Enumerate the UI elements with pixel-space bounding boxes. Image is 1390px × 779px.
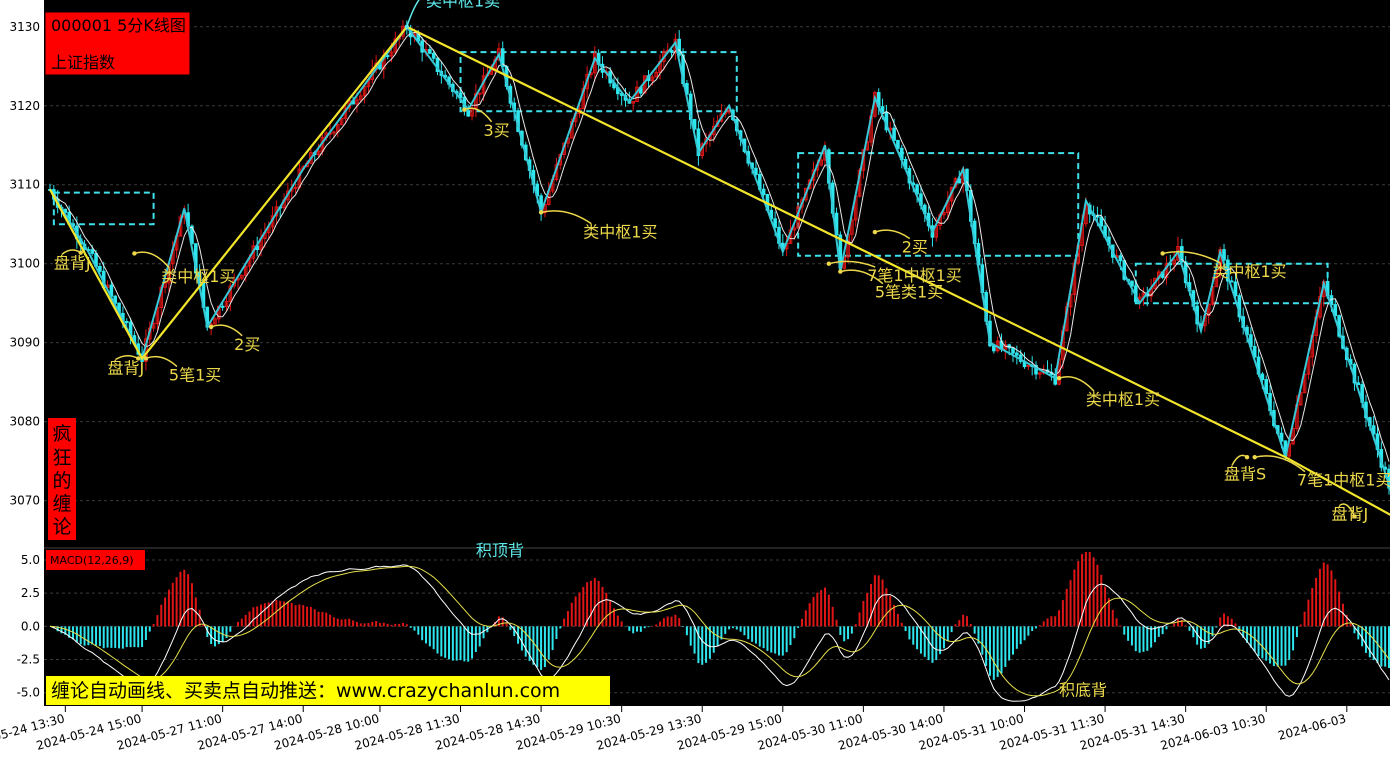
- buy-sell-label: 盘背J: [54, 253, 91, 272]
- arrow-head: [1056, 376, 1062, 381]
- y-tick-label: 3090: [9, 336, 40, 350]
- arrow-head: [78, 250, 83, 255]
- promo-banner: 缠论自动画线、买卖点自动推送：www.crazychanlun.com: [46, 676, 610, 705]
- buy-sell-label: 盘背S: [1224, 464, 1266, 483]
- arrow-head: [838, 269, 843, 274]
- candle-body: [1011, 347, 1015, 354]
- candle-body: [431, 52, 436, 59]
- arrow-head: [1252, 454, 1257, 460]
- side-label-char: 缠: [52, 493, 71, 515]
- candle-body: [466, 110, 470, 117]
- candle-body: [220, 305, 225, 308]
- candle-body: [428, 48, 432, 54]
- candle-body: [1118, 255, 1123, 262]
- arrow-head: [208, 324, 214, 330]
- macd-label-box: MACD(12,26,9): [46, 550, 145, 570]
- macd-y-tick-label: 2.5: [21, 586, 40, 600]
- buy-sell-label: 2买: [902, 238, 928, 257]
- buy-sell-label: 类中枢1买: [1086, 390, 1160, 409]
- macd-y-tick-label: -5.0: [17, 686, 40, 700]
- arrow-head: [1244, 454, 1250, 460]
- candle-body: [1229, 280, 1234, 283]
- y-tick-label: 3100: [9, 257, 40, 271]
- arrow-head: [143, 356, 149, 361]
- candle-body: [992, 345, 996, 352]
- arrow-head: [826, 261, 832, 266]
- chart-subtitle: 上证指数: [51, 53, 115, 72]
- y-tick-label: 3120: [9, 99, 40, 113]
- buy-sell-label: 盘背J: [108, 358, 145, 377]
- macd-y-tick-label: 0.0: [21, 619, 40, 633]
- buy-sell-label: 3买: [484, 121, 510, 140]
- candle-body: [761, 188, 766, 196]
- candle-body: [124, 321, 129, 324]
- kline-chart: 类中枢1卖盘背J类中枢1买盘背J 5笔1买2买3买类中枢1买7笔1中枢1买5笔类1…: [0, 0, 1390, 775]
- candle-body: [1233, 281, 1238, 297]
- side-label-char: 的: [52, 470, 71, 492]
- y-tick-label: 3130: [9, 20, 40, 34]
- chart-title: 000001 5分K线图: [51, 16, 186, 35]
- macd-label: 积顶背: [476, 541, 524, 560]
- macd-label: 积底背: [1059, 680, 1107, 699]
- buy-sell-label: 类中枢1买: [161, 267, 235, 286]
- side-label-box: 疯 狂 的 缠 论: [48, 418, 76, 540]
- buy-sell-label: 类中枢1卖: [426, 0, 500, 10]
- y-tick-label: 3070: [9, 494, 40, 508]
- arrow-head: [136, 356, 141, 361]
- buy-sell-label: 类中枢1买: [583, 223, 657, 242]
- y-tick-label: 3110: [9, 178, 40, 192]
- side-label-char: 论: [52, 516, 71, 538]
- arrow-head: [1352, 514, 1357, 519]
- arrow-head: [872, 229, 878, 235]
- arrow-head: [404, 24, 410, 29]
- arrow-head: [132, 251, 137, 256]
- candle-body: [477, 92, 482, 95]
- chart-window: 类中枢1卖 盘背J 类中枢1买 盘背J 5笔1买 2买 3买 类中枢1买 7笔1中枢1买 5笔类1…: [0, 0, 1390, 775]
- side-label-char: 狂: [52, 447, 71, 469]
- candle-body: [1099, 216, 1104, 227]
- buy-sell-label: 5笔1买: [169, 366, 221, 385]
- arrow-head: [1160, 251, 1165, 256]
- candle-body: [1038, 372, 1042, 375]
- buy-sell-label: 7笔1中枢1买: [1297, 471, 1390, 490]
- banner-text: 缠论自动画线、买卖点自动推送：www.crazychanlun.com: [51, 680, 560, 702]
- candle-body: [98, 265, 102, 272]
- macd-y-tick-label: 5.0: [21, 553, 40, 567]
- candle-body: [1015, 352, 1019, 356]
- title-box: 000001 5分K线图 上证指数: [44, 11, 191, 76]
- buy-sell-label: 2买: [234, 335, 260, 354]
- macd-y-tick-label: -2.5: [17, 653, 40, 667]
- y-tick-label: 3080: [9, 415, 40, 429]
- arrow-head: [462, 107, 467, 112]
- candle-body: [90, 249, 95, 254]
- arrow-head: [538, 210, 544, 215]
- candle-body: [669, 49, 674, 53]
- buy-sell-label: 类中枢1买: [1213, 262, 1287, 281]
- macd-label: MACD(12,26,9): [50, 554, 134, 567]
- side-label-char: 疯: [52, 423, 71, 445]
- buy-sell-label: 5笔类1买: [875, 283, 943, 302]
